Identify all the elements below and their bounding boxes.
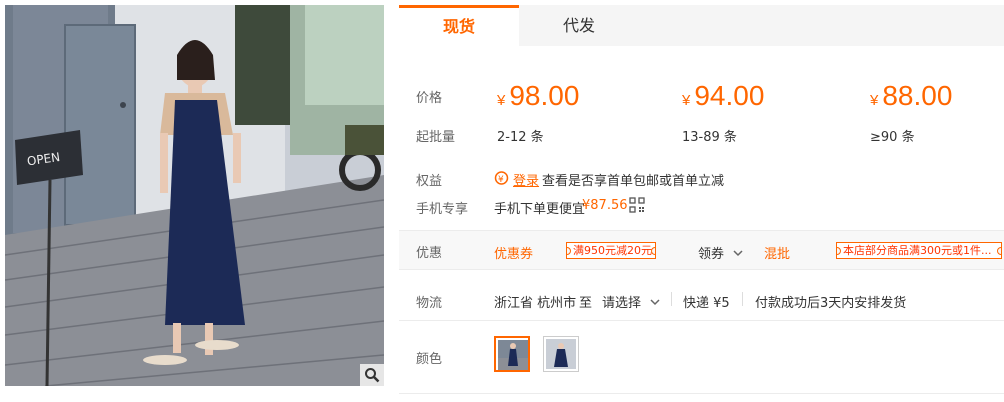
get-coupon-button[interactable]: 领券 bbox=[698, 243, 724, 262]
magnifier-icon bbox=[365, 368, 380, 383]
mobile-label: 手机专享 bbox=[416, 202, 469, 217]
shipping-note: 付款成功后3天内安排发货 bbox=[755, 296, 907, 311]
qty-tier-1: 2-12 条 bbox=[497, 130, 544, 145]
min-qty-label: 起批量 bbox=[416, 130, 456, 145]
separator bbox=[399, 393, 1004, 394]
coupon-tag-1[interactable]: 满950元减20元 bbox=[566, 242, 656, 259]
tab-dropship[interactable]: 代发 bbox=[519, 5, 639, 46]
express-fee: 快递 ¥5 bbox=[683, 296, 730, 311]
separator bbox=[399, 320, 1004, 321]
benefits-label: 权益 bbox=[416, 174, 443, 189]
tab-bar: 现货 代发 bbox=[399, 5, 1004, 46]
qr-code-icon[interactable] bbox=[629, 197, 645, 216]
divider bbox=[742, 292, 743, 306]
divider bbox=[671, 292, 672, 306]
tab-in-stock[interactable]: 现货 bbox=[399, 5, 519, 46]
ship-to-word: 至 bbox=[579, 296, 593, 311]
qty-tier-3: ≥90 条 bbox=[870, 130, 915, 145]
destination-select[interactable]: 请选择 bbox=[602, 292, 641, 311]
discount-label: 优惠 bbox=[416, 246, 443, 261]
logistics-label: 物流 bbox=[416, 296, 443, 311]
price-label: 价格 bbox=[416, 91, 443, 106]
product-image[interactable]: OPEN bbox=[5, 5, 384, 386]
product-photo-illustration: OPEN bbox=[5, 5, 384, 386]
coupon-link[interactable]: 优惠券 bbox=[494, 243, 533, 262]
coupon-tag-2[interactable]: 本店部分商品满300元或1件... bbox=[836, 242, 1002, 259]
mobile-text: 手机下单更便宜 bbox=[494, 202, 586, 217]
svg-text:¥: ¥ bbox=[498, 175, 504, 185]
login-link[interactable]: 登录 bbox=[513, 170, 539, 189]
color-label: 颜色 bbox=[416, 352, 443, 367]
mobile-price: ¥87.56 bbox=[582, 198, 628, 213]
chevron-down-icon[interactable] bbox=[650, 295, 660, 309]
benefits-text: 查看是否享首单包邮或首单立减 bbox=[542, 174, 725, 189]
chevron-down-icon[interactable] bbox=[733, 246, 743, 260]
zoom-button[interactable] bbox=[360, 364, 384, 386]
color-swatch-2[interactable] bbox=[543, 336, 579, 372]
price-tier-3: ¥88.00 bbox=[870, 80, 953, 111]
price-section: 价格 起批量 ¥98.00 ¥94.00 ¥88.00 2-12 条 13-89… bbox=[399, 46, 1004, 156]
ship-from: 浙江省 杭州市 bbox=[494, 296, 577, 311]
qty-tier-2: 13-89 条 bbox=[682, 130, 737, 145]
price-tier-2: ¥94.00 bbox=[682, 80, 765, 111]
login-icon: ¥ bbox=[494, 171, 509, 185]
mixed-batch-link[interactable]: 混批 bbox=[764, 243, 790, 262]
color-swatch-1[interactable] bbox=[494, 336, 530, 372]
price-tier-1: ¥98.00 bbox=[497, 80, 580, 111]
